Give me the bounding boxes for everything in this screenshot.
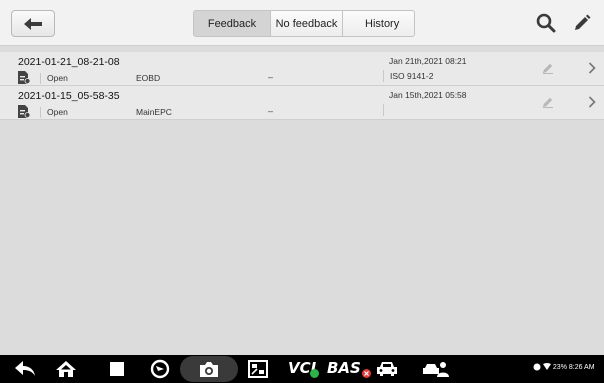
list-item[interactable]: 2021-01-15_05-58-35 Open MainEPC – Jan 1… [0, 86, 604, 120]
bottom-nav-bar: VCI BAS 23% 8:26 AM [0, 355, 604, 383]
home-icon[interactable] [54, 359, 78, 379]
record-name: 2021-01-15_05-58-35 [18, 90, 120, 102]
search-icon[interactable] [535, 12, 557, 34]
bas-status-dot [362, 369, 371, 378]
tab-no-feedback[interactable]: No feedback [271, 10, 343, 37]
battery-time-text: 23% 8:26 AM [552, 363, 595, 371]
record-module: EOBD [136, 73, 161, 83]
record-protocol [383, 104, 390, 116]
record-date: Jan 15th,2021 05:58 [389, 90, 467, 100]
tab-history[interactable]: History [343, 10, 415, 37]
system-status: 23% 8:26 AM [533, 363, 595, 371]
pencil-icon[interactable] [542, 62, 554, 74]
vci-status-dot [310, 369, 319, 378]
record-name: 2021-01-21_08-21-08 [18, 56, 120, 68]
record-separator: – [268, 106, 274, 116]
chevron-right-icon[interactable] [588, 96, 596, 108]
record-separator: – [268, 72, 274, 82]
back-button[interactable] [11, 10, 55, 37]
back-arrow-icon [24, 17, 42, 30]
recent-apps-icon[interactable] [107, 359, 127, 379]
bas-label: BAS [327, 359, 361, 377]
pencil-icon[interactable] [542, 96, 554, 108]
car-icon[interactable] [375, 359, 399, 379]
record-status: Open [40, 73, 68, 84]
camera-icon[interactable] [198, 359, 220, 379]
top-toolbar: Feedback No feedback History [0, 0, 604, 46]
feedback-record-list: 2021-01-21_08-21-08 Open EOBD – Jan 21th… [0, 52, 604, 120]
nav-back-icon[interactable] [14, 359, 36, 379]
document-icon [18, 71, 30, 84]
browser-icon[interactable] [149, 359, 171, 379]
screen-capture-icon[interactable] [247, 359, 269, 379]
edit-pencil-icon[interactable] [571, 12, 593, 34]
record-status: Open [40, 107, 68, 118]
feedback-tabs: Feedback No feedback History [193, 10, 415, 37]
list-item[interactable]: 2021-01-21_08-21-08 Open EOBD – Jan 21th… [0, 52, 604, 86]
chevron-right-icon[interactable] [588, 62, 596, 74]
remote-expert-icon[interactable] [422, 359, 450, 379]
notification-icon [533, 363, 541, 371]
record-module: MainEPC [136, 107, 172, 117]
record-protocol: ISO 9141-2 [383, 70, 433, 82]
tab-feedback[interactable]: Feedback [193, 10, 271, 37]
document-icon [18, 105, 30, 118]
wifi-icon [542, 363, 551, 370]
record-date: Jan 21th,2021 08:21 [389, 56, 467, 66]
